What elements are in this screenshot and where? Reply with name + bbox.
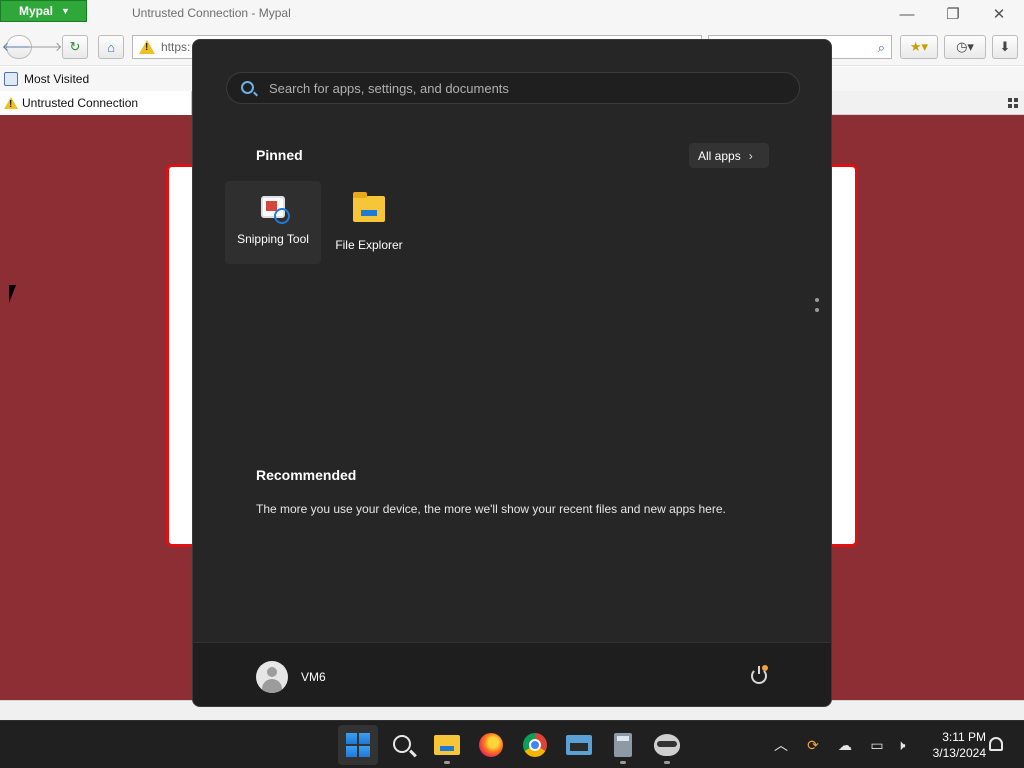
taskbar-search-button[interactable] [383,725,423,765]
warning-icon [4,97,18,110]
all-apps-label: All apps [698,148,741,163]
reload-button[interactable]: ↻ [62,35,88,59]
tab-title: Untrusted Connection [22,96,139,110]
bookmarks-menu-button[interactable]: ★▾ [900,35,938,59]
downloads-button[interactable]: ⬇ [992,35,1018,59]
show-hidden-icons-button[interactable]: ︿ [770,721,792,768]
taskbar-keyboard-app[interactable] [559,725,599,765]
start-search-placeholder: Search for apps, settings, and documents [269,80,509,96]
start-menu: Search for apps, settings, and documents… [192,39,832,707]
user-name[interactable]: VM6 [301,670,326,684]
taskbar-firefox[interactable] [471,725,511,765]
network-tray-button[interactable]: ▭ [866,721,888,768]
sync-icon: ⟳ [807,736,819,753]
snipping-tool-icon [261,196,290,224]
minimize-icon: — [899,5,915,23]
firefox-icon [479,733,503,757]
history-clock-icon: ◷▾ [956,39,974,54]
mypal-menu-label: Mypal [19,4,54,18]
chevron-right-icon: › [748,148,753,163]
pinned-title: Pinned [256,147,303,163]
taskbar-clock[interactable]: 3:11 PM 3/13/2024 [920,729,986,761]
power-icon[interactable] [751,665,768,684]
all-apps-button[interactable]: All apps › [689,143,769,168]
clock-time: 3:11 PM [942,730,986,744]
forward-button[interactable]: 🡒 [28,35,63,59]
close-button[interactable]: ✕ [984,4,1014,24]
download-arrow-icon: ⬇ [999,39,1011,54]
cloud-icon: ☁ [838,736,852,753]
calculator-icon [614,733,632,757]
forward-arrow-icon: 🡒 [27,39,63,54]
reload-icon: ↻ [69,39,81,54]
close-icon: ✕ [992,6,1006,23]
taskbar-file-explorer[interactable] [427,725,467,765]
volume-muted-icon: 🕨 [896,736,906,753]
clock-date: 3/13/2024 [932,746,986,760]
browser-title-bar: Mypal ▼ Untrusted Connection - Mypal — ❐… [0,0,1024,30]
raccoon-app-icon [654,734,680,756]
search-icon [392,734,411,753]
start-menu-footer: VM6 [193,642,831,706]
window-title: Untrusted Connection - Mypal [132,6,291,20]
page-indicator-dots[interactable] [815,298,819,318]
bookmark-star-icon: ★▾ [909,39,929,54]
pinned-app-snipping-tool[interactable]: Snipping Tool [225,181,321,264]
user-avatar[interactable] [256,661,288,693]
minimize-button[interactable]: — [892,4,922,24]
mypal-menu-button[interactable]: Mypal ▼ [0,0,87,22]
chevron-up-icon: ︿ [774,737,788,753]
taskbar-calculator[interactable] [603,725,643,765]
mouse-cursor-icon [9,285,22,303]
file-explorer-icon [434,735,460,755]
pinned-app-label: File Explorer [335,238,403,252]
volume-tray-button[interactable]: 🕨 [890,721,912,768]
update-tray-button[interactable]: ⟳ [802,721,824,768]
warning-icon [139,40,155,54]
bookmark-folder-icon [4,72,18,86]
start-icon [346,733,370,757]
tab-grid-icon[interactable] [1008,98,1018,108]
chevron-down-icon: ▼ [61,6,70,16]
history-menu-button[interactable]: ◷▾ [944,35,986,59]
taskbar-start-button[interactable] [338,725,378,765]
taskbar-chrome[interactable] [515,725,555,765]
recommended-title: Recommended [256,467,357,483]
bookmark-most-visited[interactable]: Most Visited [24,72,89,86]
restore-icon: ❐ [946,6,960,23]
pinned-app-label: Snipping Tool [237,232,309,246]
file-explorer-icon [353,192,385,222]
chrome-icon [523,733,547,757]
notification-bell-icon[interactable] [989,737,1003,751]
home-icon: ⌂ [107,39,115,55]
network-icon: ▭ [870,736,884,753]
home-button[interactable]: ⌂ [98,35,124,59]
restore-button[interactable]: ❐ [938,4,968,24]
tab-untrusted-connection[interactable]: Untrusted Connection [0,91,192,115]
taskbar: ︿ ⟳ ☁ ▭ 🕨 3:11 PM 3/13/2024 [0,720,1024,768]
onedrive-tray-button[interactable]: ☁ [834,721,856,768]
recommended-empty-text: The more you use your device, the more w… [256,502,726,516]
pinned-app-file-explorer[interactable]: File Explorer [321,181,417,264]
start-search-input[interactable]: Search for apps, settings, and documents [226,72,800,104]
keyboard-app-icon [566,735,592,755]
search-icon [241,81,254,94]
url-text: https: [161,40,191,54]
taskbar-raccoon-app[interactable] [647,725,687,765]
search-icon: ⌕ [877,40,885,55]
